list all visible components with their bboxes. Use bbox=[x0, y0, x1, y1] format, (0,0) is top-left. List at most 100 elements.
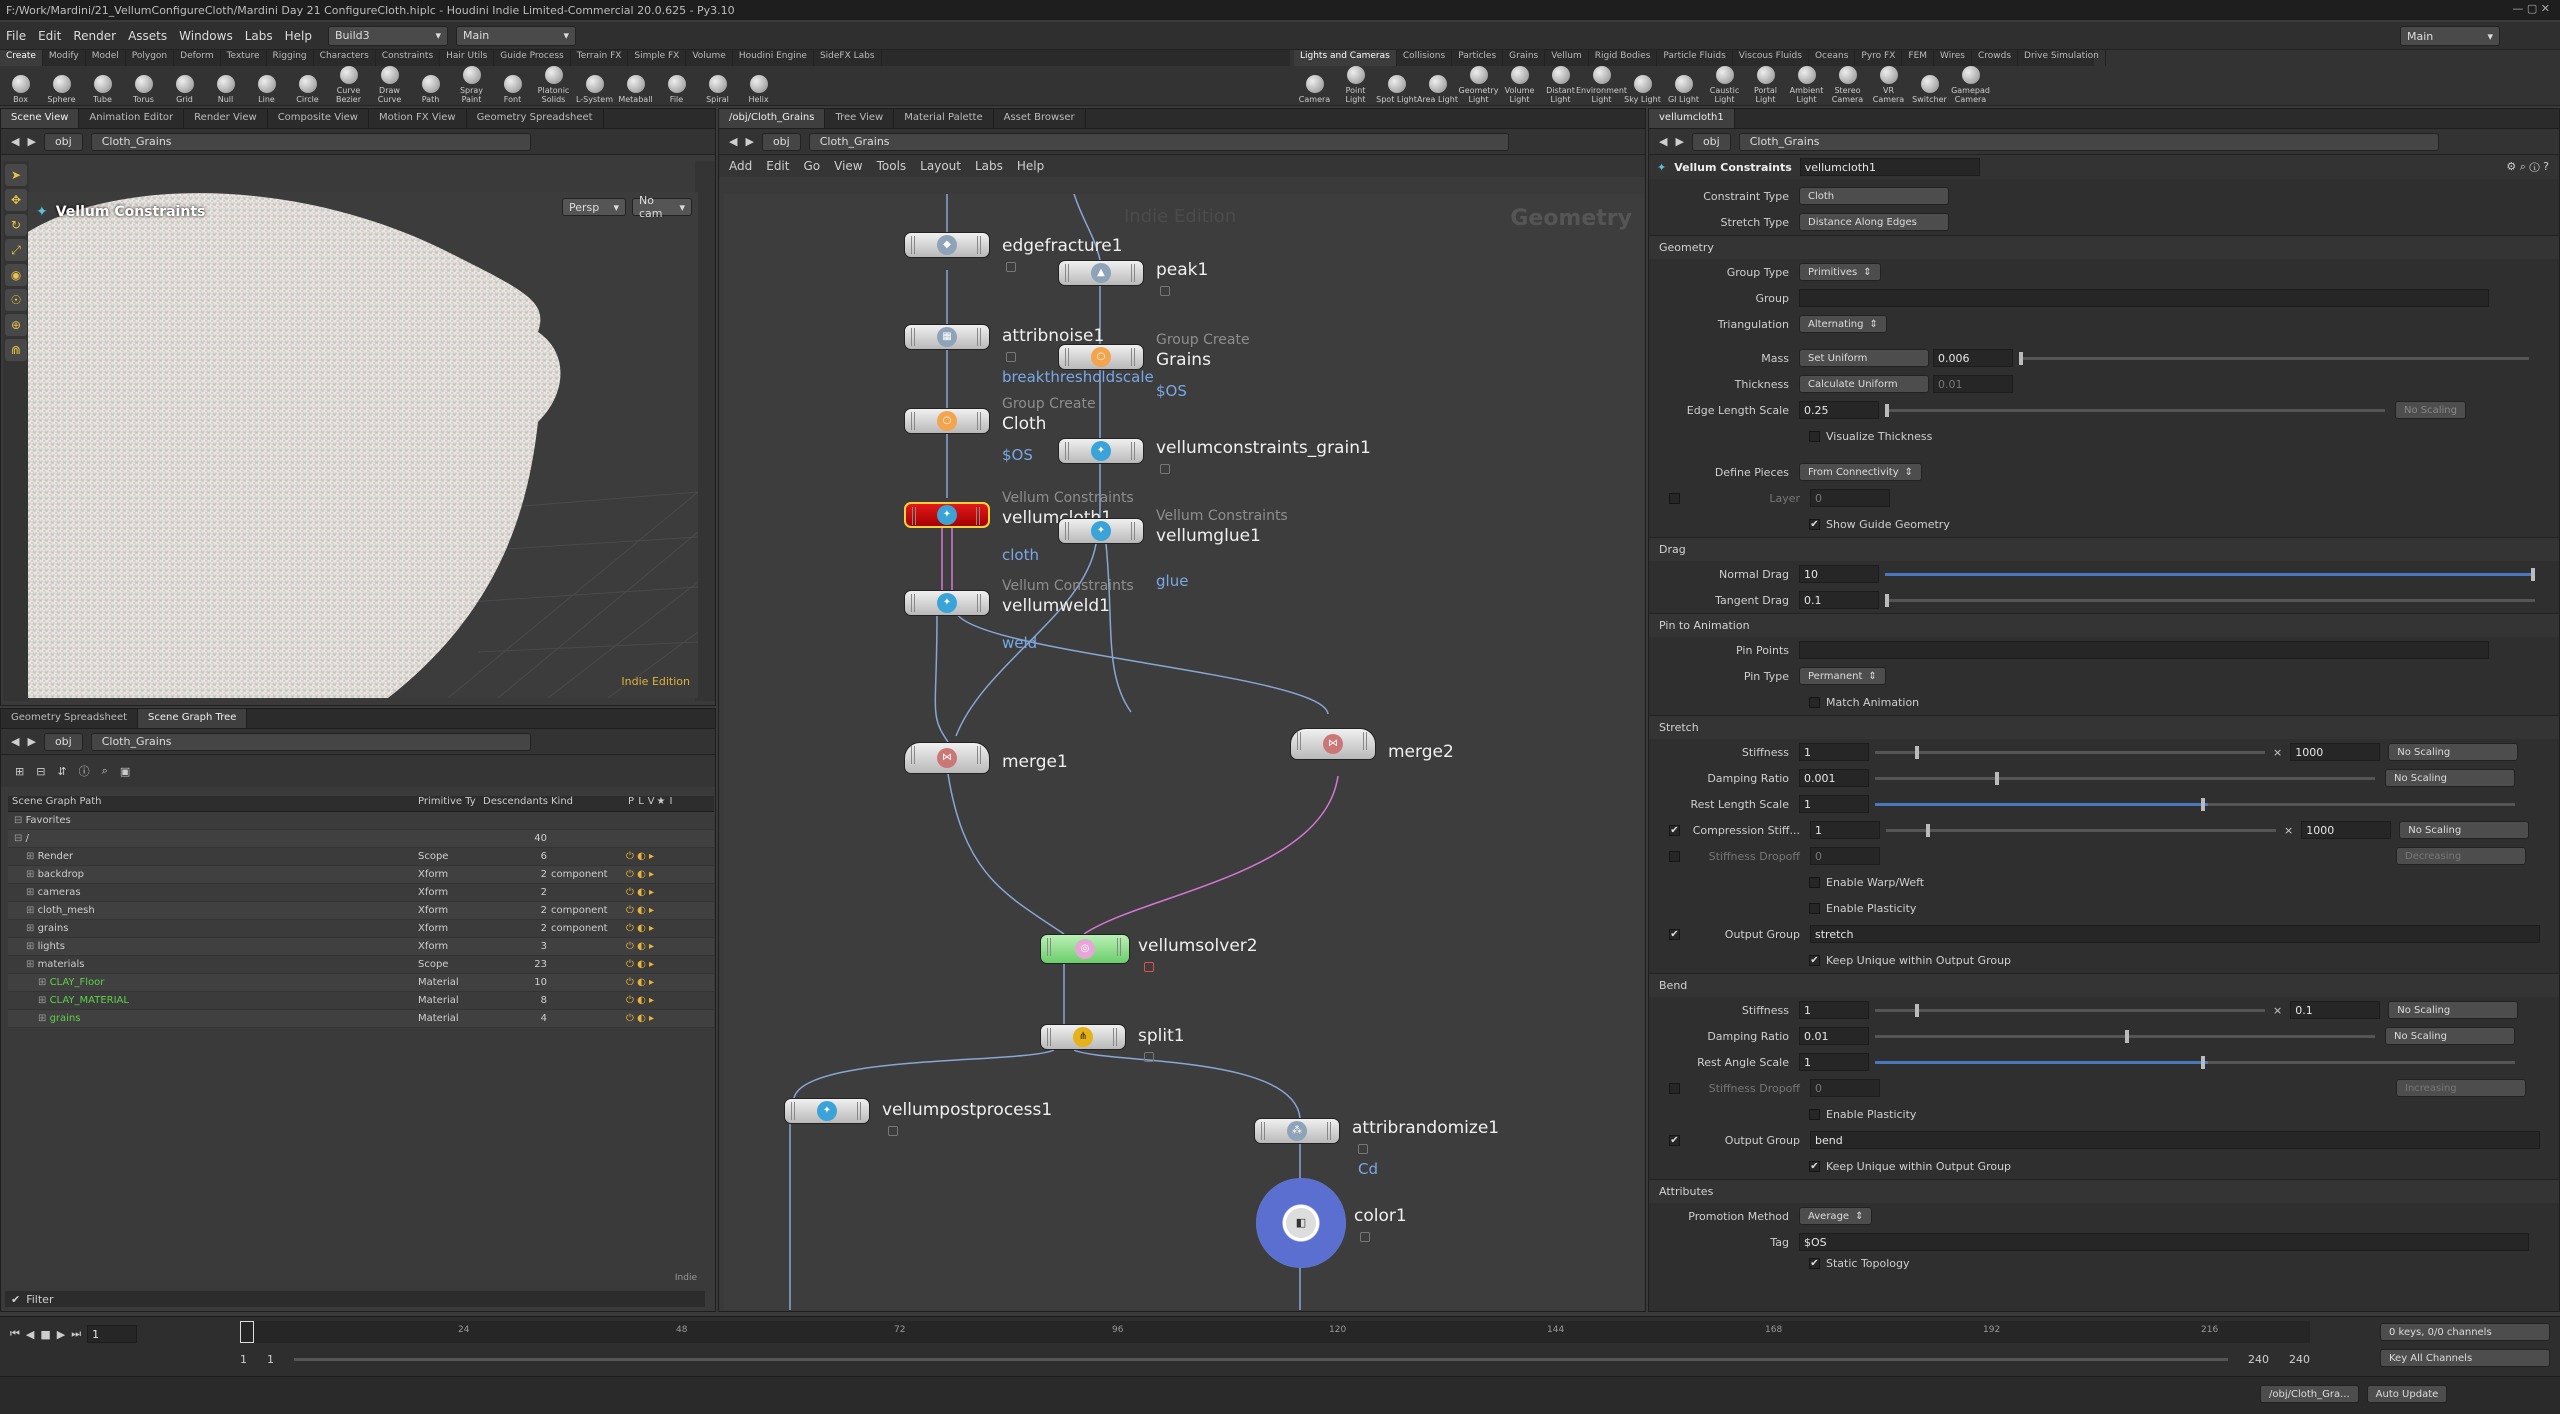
tool-point-light[interactable]: Point Light bbox=[1335, 66, 1376, 104]
lock-icon[interactable] bbox=[1160, 464, 1170, 474]
info-icon[interactable]: ⓘ bbox=[79, 763, 90, 779]
column-header-p[interactable]: P bbox=[626, 796, 636, 811]
tool-camera[interactable]: Camera bbox=[1294, 75, 1335, 104]
slider-handle[interactable] bbox=[1915, 745, 1919, 759]
node-vellumglue1[interactable]: ✦ bbox=[1058, 518, 1144, 544]
shelf-tab-collisions[interactable]: Collisions bbox=[1397, 50, 1453, 66]
edge-scale-slider[interactable] bbox=[1885, 403, 2385, 417]
node-vellumweld1[interactable]: ✦ bbox=[904, 590, 990, 616]
tab-material-palette[interactable]: Material Palette bbox=[894, 109, 994, 128]
triangulation-menu[interactable]: Alternating ⇕ bbox=[1799, 315, 1887, 333]
section-attributes[interactable]: Attributes bbox=[1649, 1179, 2559, 1203]
shelf-tab-particles[interactable]: Particles bbox=[1452, 50, 1504, 66]
table-row[interactable]: ⊞ Render Scope 6 ⏻ ◐ ▸ bbox=[8, 848, 714, 866]
column-header-descendants[interactable]: Descendants bbox=[483, 796, 551, 811]
tab-animation-editor[interactable]: Animation Editor bbox=[79, 109, 185, 128]
tab-motion-fx-view[interactable]: Motion FX View bbox=[369, 109, 467, 128]
timeline-ruler[interactable]: 24 48 72 96 120 144 168 192 216 bbox=[240, 1321, 2310, 1343]
constraint-type-menu[interactable]: Cloth bbox=[1799, 187, 1949, 205]
node-merge2[interactable]: ⋈ bbox=[1290, 728, 1376, 760]
section-drag[interactable]: Drag bbox=[1649, 537, 2559, 561]
net-path-obj[interactable]: obj bbox=[761, 132, 801, 151]
expand-icon[interactable]: ⊞ bbox=[26, 887, 38, 898]
expand-icon[interactable]: ⊞ bbox=[26, 923, 38, 934]
output-group-checkbox[interactable]: ✔ bbox=[1669, 928, 1680, 940]
menu-labs[interactable]: Labs bbox=[239, 29, 279, 43]
bend-output-group-field[interactable]: bend bbox=[1810, 1131, 2540, 1149]
visibility-icon[interactable]: ⏻ ◐ ▸ bbox=[626, 905, 654, 916]
filter-icon[interactable]: ▣ bbox=[120, 765, 130, 778]
bend-stiffness-mult[interactable]: 0.1 bbox=[2290, 1001, 2381, 1019]
tool-portal-light[interactable]: Portal Light bbox=[1745, 66, 1786, 104]
tangent-drag-slider[interactable] bbox=[1885, 593, 2535, 607]
build-selector[interactable]: Build3 ▾ bbox=[328, 25, 448, 46]
auto-update-button[interactable]: Auto Update bbox=[2366, 1385, 2448, 1403]
show-guide-checkbox[interactable]: ✔ bbox=[1809, 518, 1820, 530]
compression-scaling[interactable]: No Scaling bbox=[2399, 821, 2530, 839]
path-cloth-grains[interactable]: Cloth_Grains bbox=[90, 132, 531, 151]
node-attribnoise1[interactable]: ▦ bbox=[904, 324, 990, 350]
visibility-icon[interactable]: ⏻ ◐ ▸ bbox=[626, 1013, 654, 1024]
section-stretch[interactable]: Stretch bbox=[1649, 715, 2559, 739]
bend-stiffness-field[interactable]: 1 bbox=[1799, 1001, 1869, 1019]
param-path-obj[interactable]: obj bbox=[1691, 132, 1731, 151]
expand-icon[interactable]: ⊟ bbox=[14, 833, 26, 844]
keep-unique-checkbox[interactable]: ✔ bbox=[1809, 954, 1820, 966]
shelf-tab-rigid-bodies[interactable]: Rigid Bodies bbox=[1589, 50, 1658, 66]
table-row[interactable]: ⊞ cameras Xform 2 ⏻ ◐ ▸ bbox=[8, 884, 714, 902]
bend-stiffness-slider[interactable] bbox=[1875, 1003, 2265, 1017]
visibility-icon[interactable]: ⏻ ◐ ▸ bbox=[626, 941, 654, 952]
lock-icon[interactable] bbox=[1006, 262, 1016, 272]
stop-icon[interactable]: ■ bbox=[40, 1328, 50, 1341]
tool-circle[interactable]: Circle bbox=[287, 75, 328, 104]
tool-sky-light[interactable]: Sky Light bbox=[1622, 75, 1663, 104]
filter-bar[interactable]: ✔ Filter Indie bbox=[5, 1273, 705, 1307]
tool-platonic-solids[interactable]: Platonic Solids bbox=[533, 66, 574, 104]
param-node-name[interactable]: vellumcloth1 bbox=[1799, 158, 1980, 176]
expand-icon[interactable]: ⊞ bbox=[26, 959, 38, 970]
shelf-tab-guide-process[interactable]: Guide Process bbox=[494, 50, 571, 66]
range-start[interactable]: 1 bbox=[240, 1353, 247, 1366]
bend-damping-scaling[interactable]: No Scaling bbox=[2385, 1027, 2515, 1045]
network-menu-go[interactable]: Go bbox=[803, 159, 820, 173]
expand-icon[interactable]: ⊞ bbox=[26, 905, 38, 916]
node-edgefracture1[interactable]: ◆ bbox=[904, 232, 990, 258]
bend-stiffness-scaling[interactable]: No Scaling bbox=[2388, 1001, 2519, 1019]
slider-handle[interactable] bbox=[2201, 797, 2205, 811]
dropoff-checkbox[interactable] bbox=[1669, 850, 1680, 862]
stretch-plasticity-checkbox[interactable] bbox=[1809, 902, 1820, 914]
tool-null[interactable]: Null bbox=[205, 75, 246, 104]
tool-path[interactable]: Path bbox=[410, 75, 451, 104]
layer-field[interactable]: 0 bbox=[1810, 489, 1890, 507]
column-header-l[interactable]: L bbox=[636, 796, 646, 811]
shelf-tab-characters[interactable]: Characters bbox=[314, 50, 376, 66]
play-icon[interactable]: ▶ bbox=[57, 1328, 65, 1341]
tag-field[interactable]: $OS bbox=[1799, 1233, 2529, 1251]
network-menu-labs[interactable]: Labs bbox=[975, 159, 1003, 173]
column-header-[interactable]: ★ bbox=[656, 796, 666, 811]
expand-icon[interactable]: ⊞ bbox=[38, 977, 50, 988]
node-split1[interactable]: ⋔ bbox=[1040, 1024, 1126, 1050]
bend-dropoff-mode[interactable]: Increasing bbox=[2396, 1079, 2526, 1097]
menu-help[interactable]: Help bbox=[279, 29, 318, 43]
back-arrow-icon[interactable]: ◀ bbox=[1659, 135, 1667, 148]
normal-drag-slider[interactable] bbox=[1885, 567, 2535, 581]
visualize-checkbox[interactable] bbox=[1809, 430, 1820, 442]
tool-draw-curve[interactable]: Draw Curve bbox=[369, 66, 410, 104]
warp-weft-checkbox[interactable] bbox=[1809, 876, 1820, 888]
bend-dropoff-field[interactable]: 0 bbox=[1810, 1079, 1880, 1097]
path-obj[interactable]: obj bbox=[43, 732, 83, 751]
stretch-stiffness-slider[interactable] bbox=[1875, 745, 2265, 759]
table-row[interactable]: ⊞ grains Material 4 ⏻ ◐ ▸ bbox=[8, 1010, 714, 1028]
shelf-tab-crowds[interactable]: Crowds bbox=[1972, 50, 2019, 66]
range-end[interactable]: 240 bbox=[2248, 1353, 2269, 1366]
lock-icon[interactable] bbox=[1144, 962, 1154, 972]
menu-windows[interactable]: Windows bbox=[173, 29, 239, 43]
shelf-tab-texture[interactable]: Texture bbox=[221, 50, 267, 66]
pin-points-field[interactable] bbox=[1799, 641, 2489, 659]
node-attribrandomize1[interactable]: ⁂ bbox=[1254, 1118, 1340, 1144]
view-tool-icon[interactable]: ⊕ bbox=[5, 314, 27, 336]
forward-arrow-icon[interactable]: ▶ bbox=[745, 135, 753, 148]
thickness-mode-menu[interactable]: Calculate Uniform bbox=[1799, 375, 1929, 393]
3d-viewport[interactable]: ✦ Vellum Constraints Persp ▾ No cam ▾ Indi… bbox=[28, 192, 698, 698]
